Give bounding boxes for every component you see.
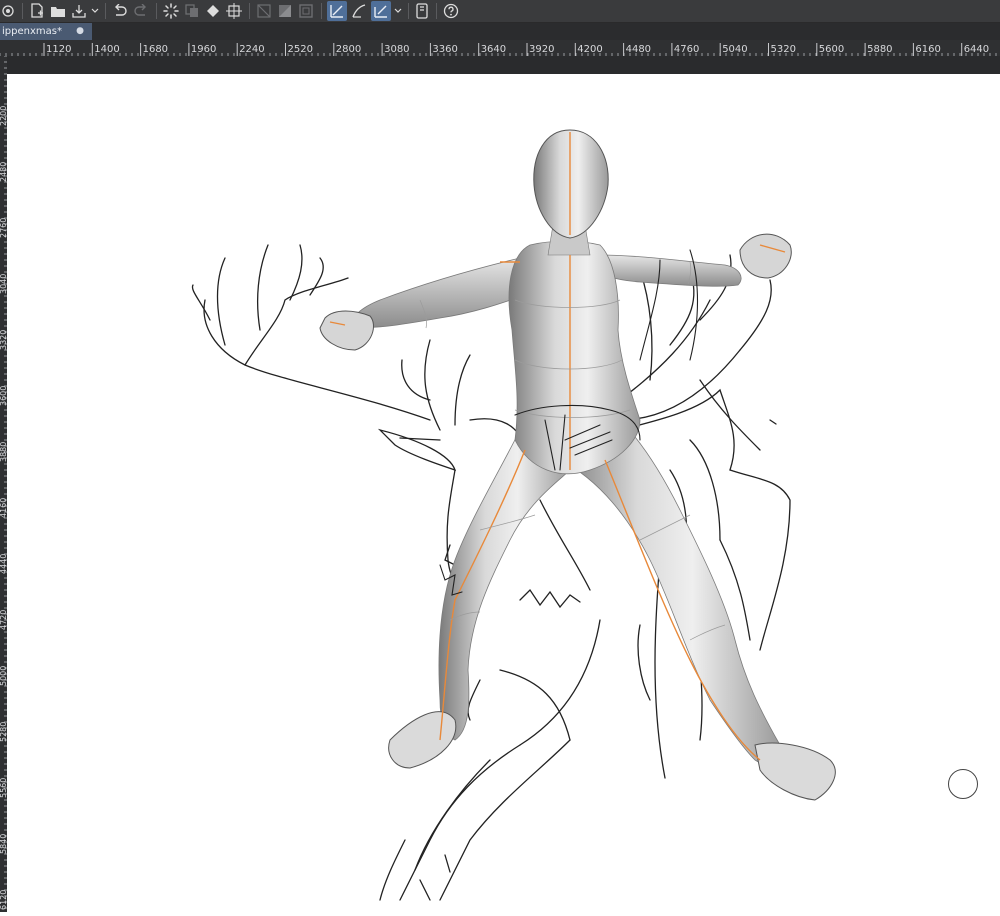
- toolbar-separator: [321, 3, 322, 19]
- ruler-label: 6160: [915, 44, 940, 55]
- ruler-label: 2200: [0, 106, 7, 126]
- snap-special-ruler-icon[interactable]: [350, 1, 368, 21]
- export-icon[interactable]: [70, 1, 88, 21]
- close-tab-icon[interactable]: ●: [76, 23, 84, 40]
- new-file-icon[interactable]: [28, 1, 46, 21]
- toolbar-separator: [408, 3, 409, 19]
- canvas-margin: [7, 56, 1000, 74]
- ruler-label: 5000: [0, 666, 7, 686]
- fill-bucket-icon[interactable]: [204, 1, 222, 21]
- ruler-label: 4440: [0, 554, 7, 574]
- ruler-label: 3320: [0, 330, 7, 350]
- open-folder-icon[interactable]: [49, 1, 67, 21]
- ruler-label: 3360: [432, 44, 457, 55]
- document-tab-bar: ippenxmas* ●: [0, 23, 1000, 40]
- transform-icon[interactable]: [225, 1, 243, 21]
- toolbar-separator: [105, 3, 106, 19]
- ruler-horizontal[interactable]: 1120 1400 1680 1960 2240 2520 2800 3080 3360 3640…: [0, 40, 1000, 57]
- ruler-label: 6120: [0, 890, 7, 910]
- ruler-label: 3040: [0, 274, 7, 294]
- ruler-label: 2520: [288, 44, 313, 55]
- ruler-label: 2760: [0, 218, 7, 238]
- ruler-label: 5840: [0, 834, 7, 854]
- ruler-label: 1400: [94, 44, 119, 55]
- snap-grid-icon[interactable]: [371, 1, 391, 21]
- main-toolbar: [0, 0, 1000, 23]
- ruler-label: 3880: [0, 442, 7, 462]
- loading-spinner-icon[interactable]: [162, 1, 180, 21]
- snap-ruler-icon[interactable]: [327, 1, 347, 21]
- ruler-label: 3640: [481, 44, 506, 55]
- ruler-label: 5320: [771, 44, 796, 55]
- ruler-horizontal-ticks: 1120 1400 1680 1960 2240 2520 2800 3080 3360 3640…: [0, 43, 997, 56]
- ruler-label: 1680: [143, 44, 168, 55]
- device-icon[interactable]: [414, 1, 430, 21]
- ruler-label: 2240: [239, 44, 264, 55]
- ruler-label: 4200: [577, 44, 602, 55]
- document-tab-title: ippenxmas*: [2, 26, 62, 37]
- help-icon[interactable]: [442, 1, 460, 21]
- ruler-label: 4480: [626, 44, 651, 55]
- border-icon[interactable]: [297, 1, 315, 21]
- ruler-label: 3080: [384, 44, 409, 55]
- ruler-label: 1120: [46, 44, 71, 55]
- ruler-label: 5280: [0, 722, 7, 742]
- undo-icon[interactable]: [111, 1, 129, 21]
- ruler-vertical[interactable]: 2200 2480 2760 3040 3320 3600 3880 4160 4440 4720…: [0, 55, 8, 912]
- ruler-label: 3600: [0, 386, 7, 406]
- ruler-label: 4720: [0, 610, 7, 630]
- ruler-label: 5040: [722, 44, 747, 55]
- artwork: [191, 129, 836, 901]
- copy-icon[interactable]: [183, 1, 201, 21]
- toolbar-separator: [436, 3, 437, 19]
- ruler-label: 5600: [819, 44, 844, 55]
- drawing-canvas[interactable]: [7, 74, 1000, 912]
- ruler-label: 2800: [336, 44, 361, 55]
- ruler-label: 1960: [191, 44, 216, 55]
- redo-icon[interactable]: [132, 1, 150, 21]
- invert-icon[interactable]: [276, 1, 294, 21]
- ruler-label: 6440: [964, 44, 989, 55]
- ruler-vertical-ticks: 2200 2480 2760 3040 3320 3600 3880 4160 4440 4720…: [0, 55, 8, 910]
- ruler-label: 4760: [674, 44, 699, 55]
- document-tab[interactable]: ippenxmas* ●: [0, 23, 92, 40]
- toolbar-separator: [22, 3, 23, 19]
- snap-dropdown-icon[interactable]: [394, 1, 402, 21]
- ruler-label: 5880: [867, 44, 892, 55]
- toolbar-separator: [249, 3, 250, 19]
- ruler-label: 3920: [529, 44, 554, 55]
- export-dropdown-icon[interactable]: [91, 1, 99, 21]
- hide-selection-icon[interactable]: [255, 1, 273, 21]
- toolbar-separator: [156, 3, 157, 19]
- navigator-icon[interactable]: [0, 1, 16, 21]
- ruler-label: 5560: [0, 778, 7, 798]
- ruler-label: 2480: [0, 162, 7, 182]
- brush-cursor: [948, 769, 978, 799]
- ruler-label: 4160: [0, 498, 7, 518]
- 3d-figure-model: [319, 129, 836, 801]
